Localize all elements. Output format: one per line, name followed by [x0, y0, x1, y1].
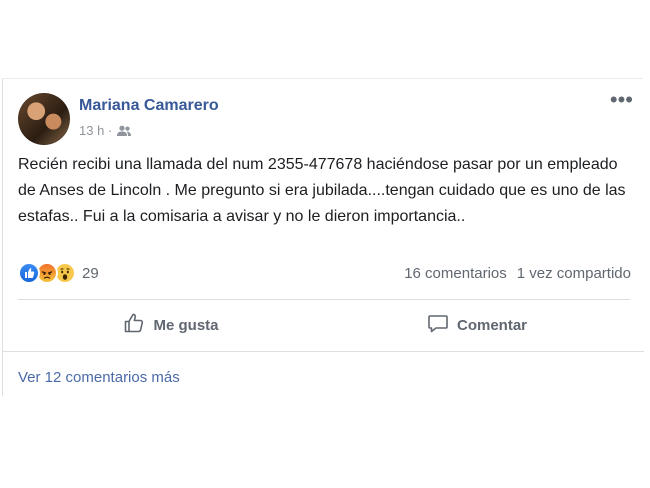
thumbs-up-icon: [123, 312, 145, 338]
shares-count[interactable]: 1 vez compartido: [517, 265, 631, 282]
post-stats: 16 comentarios 1 vez compartido: [404, 265, 631, 282]
reactions-summary[interactable]: 29: [18, 262, 99, 284]
comments-count[interactable]: 16 comentarios: [404, 265, 507, 282]
like-icon: [18, 262, 40, 284]
post-actions: Me gusta Comentar: [18, 301, 630, 349]
like-button[interactable]: Me gusta: [18, 301, 324, 349]
post-text: Recién recibi una llamada del num 2355-4…: [18, 156, 626, 225]
divider: [3, 351, 644, 352]
divider: [18, 299, 630, 300]
comment-button[interactable]: Comentar: [324, 301, 630, 349]
friends-icon[interactable]: [116, 125, 132, 137]
avatar[interactable]: [18, 93, 70, 145]
like-label: Me gusta: [153, 316, 219, 334]
post-card: Mariana Camarero 13 h · ••• Recién recib…: [2, 78, 644, 396]
more-options-icon[interactable]: •••: [610, 89, 633, 111]
post-meta: 13 h ·: [79, 123, 132, 138]
timestamp[interactable]: 13 h ·: [79, 123, 112, 138]
view-more-comments-link[interactable]: Ver 12 comentarios más: [18, 369, 180, 386]
reactions-count: 29: [82, 264, 99, 282]
author-name[interactable]: Mariana Camarero: [79, 97, 219, 115]
comment-icon: [427, 312, 449, 338]
comment-label: Comentar: [456, 316, 527, 334]
